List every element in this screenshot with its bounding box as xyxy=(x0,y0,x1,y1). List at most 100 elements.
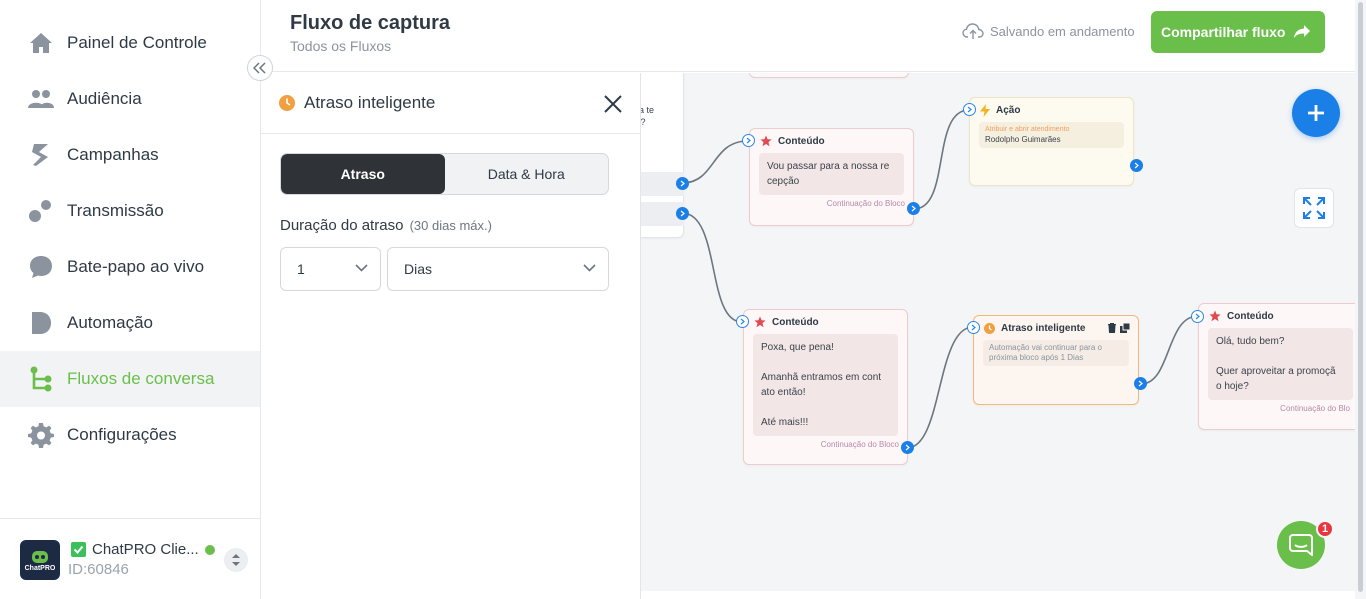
block-settings-panel: Atraso inteligente Atraso Data & Hora Du… xyxy=(261,73,641,599)
avatar-text: ChatPRO xyxy=(24,565,56,572)
sidebar-item-label: Bate-papo ao vivo xyxy=(67,257,205,276)
output-port[interactable] xyxy=(676,207,689,220)
delay-mode-tabs: Atraso Data & Hora xyxy=(280,153,609,195)
sidebar-item-configuracoes[interactable]: Configurações xyxy=(0,407,260,463)
duration-label-row: Duração do atraso (30 dias máx.) xyxy=(280,217,492,234)
star-icon xyxy=(754,316,766,328)
node-title: Ação xyxy=(996,104,1021,116)
action-type: Atribuir e abrir atendimento xyxy=(985,126,1070,133)
node-continuation: Continuação do Bloco xyxy=(826,199,905,208)
output-port[interactable] xyxy=(1130,159,1143,172)
online-status-dot xyxy=(204,544,215,555)
account-switch-button[interactable] xyxy=(224,548,248,572)
unread-badge: 1 xyxy=(1316,520,1334,538)
node-header: Conteúdo xyxy=(744,310,907,334)
duration-unit-value: Dias xyxy=(404,261,433,277)
duration-hint: (30 dias máx.) xyxy=(409,218,492,233)
sidebar-item-label: Automação xyxy=(67,313,153,332)
tab-data-hora[interactable]: Data & Hora xyxy=(445,154,609,194)
page-scrollbar-thumb[interactable] xyxy=(1358,2,1363,592)
partial-node-text: para te ção? xyxy=(641,105,655,127)
content-node[interactable]: Conteúdo Olá, tudo bem? Quer aproveitar … xyxy=(1198,303,1355,430)
page-header: Fluxo de captura Todos os Fluxos Salvand… xyxy=(261,0,1355,72)
sidebar-item-campanhas[interactable]: Campanhas xyxy=(0,127,260,183)
sidebar-item-painel[interactable]: Painel de Controle xyxy=(0,15,260,71)
node-title: Atraso inteligente xyxy=(1001,322,1086,334)
node-title: Conteúdo xyxy=(772,316,819,328)
breadcrumb-all-flows[interactable]: Todos os Fluxos xyxy=(290,38,391,54)
sidebar-item-label: Configurações xyxy=(67,425,177,444)
output-port[interactable] xyxy=(676,177,689,190)
node-message: Olá, tudo bem? Quer aproveitar a promoçã… xyxy=(1208,328,1353,400)
sidebar-item-label: Transmissão xyxy=(67,201,164,220)
input-port[interactable] xyxy=(963,103,976,116)
flow-icon xyxy=(28,366,54,392)
account-name: ChatPRO Clie... xyxy=(92,541,199,558)
account-switcher[interactable]: ChatPRO ChatPRO Clie... ID:60846 xyxy=(0,518,260,599)
clock-icon xyxy=(279,95,295,111)
output-port[interactable] xyxy=(901,441,914,454)
collapse-sidebar-button[interactable] xyxy=(247,55,273,81)
output-port[interactable] xyxy=(907,202,920,215)
sidebar-item-audiencia[interactable]: Audiência xyxy=(0,71,260,127)
automation-icon xyxy=(28,310,54,336)
page-title: Fluxo de captura xyxy=(290,12,451,34)
sidebar-item-automacao[interactable]: Automação xyxy=(0,295,260,351)
trash-icon[interactable] xyxy=(1108,323,1116,333)
duration-unit-select[interactable]: Dias xyxy=(387,247,609,291)
input-port[interactable] xyxy=(1191,310,1204,323)
output-port[interactable] xyxy=(1134,377,1147,390)
expand-icon xyxy=(1303,197,1325,219)
page-scrollbar[interactable] xyxy=(1355,0,1366,599)
account-id: ID:60846 xyxy=(68,561,129,578)
star-icon xyxy=(1209,310,1221,322)
flow-canvas[interactable]: para te ção? Conteúdo Vou passar para a … xyxy=(641,73,1355,591)
node-title: Conteúdo xyxy=(1227,310,1274,322)
star-icon xyxy=(760,135,772,147)
action-detail: Atribuir e abrir atendimento Rodolpho Gu… xyxy=(979,122,1124,148)
content-node[interactable]: Conteúdo Vou passar para a nossa re cepç… xyxy=(749,128,914,226)
tab-atraso[interactable]: Atraso xyxy=(281,154,445,194)
smart-delay-node[interactable]: Atraso inteligente Automação vai continu… xyxy=(973,315,1139,405)
whatsapp-check-icon xyxy=(71,542,86,557)
duration-amount-select[interactable]: 1 xyxy=(280,247,381,291)
saving-text: Salvando em andamento xyxy=(990,23,1135,39)
sort-arrows-icon xyxy=(232,554,240,566)
partial-top-node[interactable] xyxy=(749,73,909,78)
action-node[interactable]: Ação Atribuir e abrir atendimento Rodolp… xyxy=(969,97,1134,186)
chat-bubble-icon xyxy=(28,254,54,280)
sidebar-item-transmissao[interactable]: Transmissão xyxy=(0,183,260,239)
content-node[interactable]: Conteúdo Poxa, que pena! Amanhã entramos… xyxy=(743,309,908,465)
chevron-down-icon xyxy=(583,264,596,272)
action-target: Rodolpho Guimarães xyxy=(985,135,1061,144)
share-flow-button[interactable]: Compartilhar fluxo xyxy=(1151,11,1325,53)
duplicate-icon[interactable] xyxy=(1120,323,1130,333)
sidebar-item-fluxos[interactable]: Fluxos de conversa xyxy=(0,351,260,407)
add-block-button[interactable] xyxy=(1292,89,1340,137)
duration-label: Duração do atraso xyxy=(280,217,404,234)
node-message: Vou passar para a nossa re cepção xyxy=(759,153,904,195)
panel-header: Atraso inteligente xyxy=(261,73,640,134)
node-continuation: Continuação do Bloco xyxy=(820,440,899,449)
node-continuation: Continuação do Blo xyxy=(1280,404,1350,413)
sidebar-nav: Painel de Controle Audiência Campanhas T… xyxy=(0,15,260,463)
chat-window-icon xyxy=(1289,534,1313,556)
plus-icon xyxy=(1308,105,1324,121)
node-header: Ação xyxy=(970,98,1133,122)
input-port[interactable] xyxy=(736,315,749,328)
broadcast-icon xyxy=(28,198,54,224)
gear-icon xyxy=(28,422,54,448)
fit-view-button[interactable] xyxy=(1294,188,1334,228)
sidebar-item-label: Fluxos de conversa xyxy=(67,369,215,388)
avatar: ChatPRO xyxy=(20,540,60,580)
node-message: Poxa, que pena! Amanhã entramos em cont … xyxy=(753,334,898,436)
input-port[interactable] xyxy=(967,321,980,334)
canvas-bottom-bar xyxy=(641,591,1355,599)
panel-title: Atraso inteligente xyxy=(304,93,436,112)
input-port[interactable] xyxy=(742,134,755,147)
saving-status: Salvando em andamento xyxy=(962,22,1135,40)
sidebar-item-bate-papo[interactable]: Bate-papo ao vivo xyxy=(0,239,260,295)
node-header: Atraso inteligente xyxy=(974,316,1138,340)
node-header: Conteúdo xyxy=(1199,304,1355,328)
close-panel-button[interactable] xyxy=(602,93,624,115)
